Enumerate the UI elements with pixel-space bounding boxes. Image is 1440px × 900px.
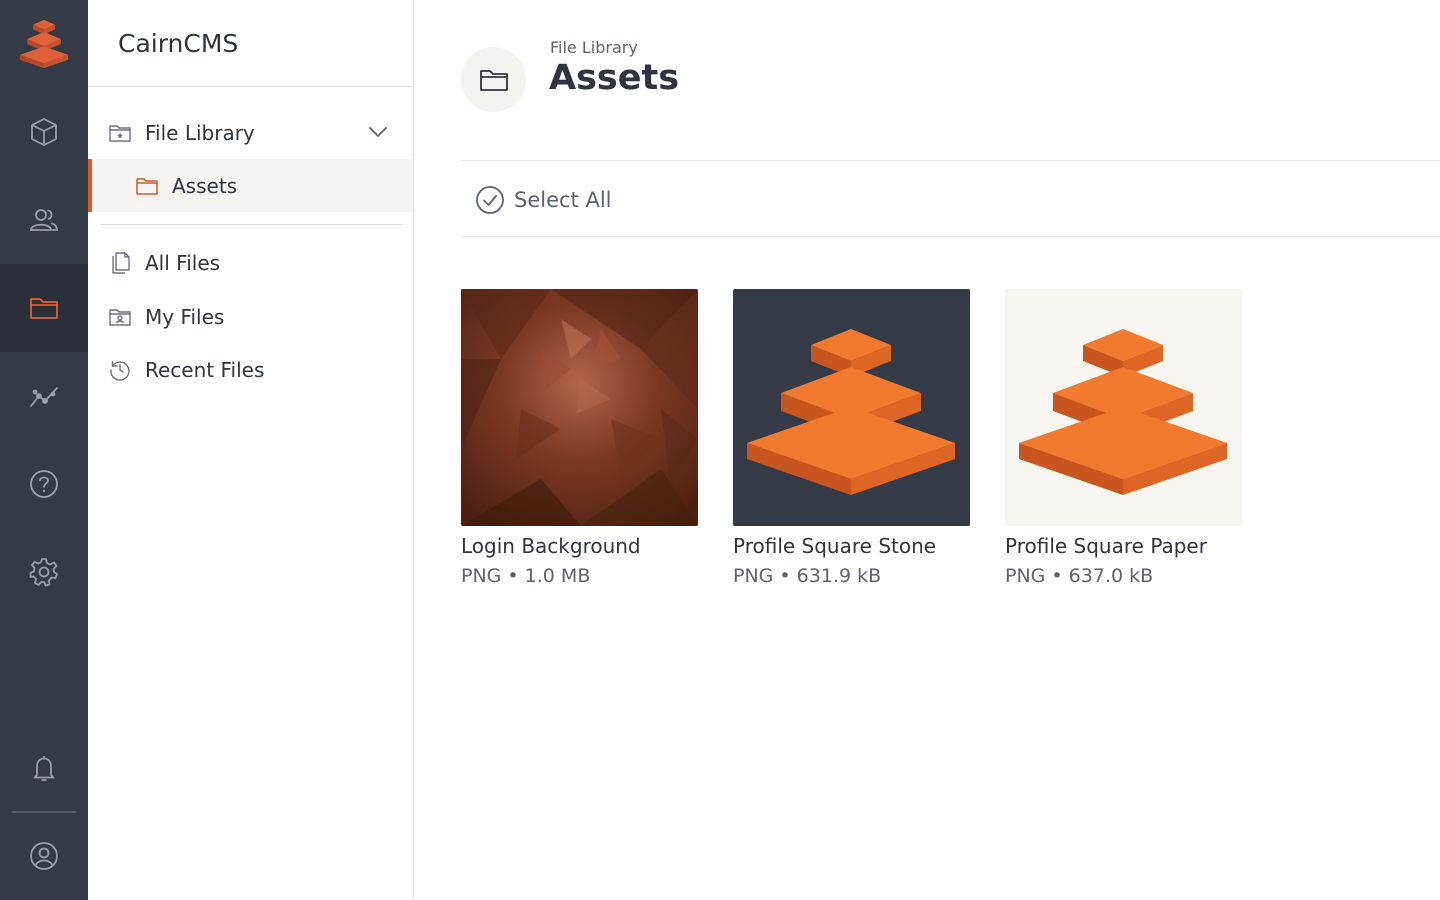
page-title: Assets <box>549 58 680 98</box>
file-library-sidebar: CairnCMS File Library Assets All Files M… <box>88 0 414 900</box>
users-module-button[interactable] <box>0 176 88 264</box>
content-module-button[interactable] <box>0 88 88 176</box>
users-icon <box>30 209 58 231</box>
file-thumbnail[interactable] <box>1005 289 1242 526</box>
sidebar-item-all-files[interactable]: All Files <box>88 236 413 289</box>
settings-button[interactable] <box>0 528 88 616</box>
file-card[interactable]: Login Background PNG • 1.0 MB <box>461 289 698 587</box>
module-rail <box>0 0 88 900</box>
file-thumbnail[interactable] <box>733 289 970 526</box>
logo-button[interactable] <box>0 0 88 88</box>
sidebar-item-my-files[interactable]: My Files <box>88 290 413 343</box>
files-icon <box>112 251 130 274</box>
app-name: CairnCMS <box>88 0 413 87</box>
sidebar-item-label: File Library <box>145 120 255 145</box>
file-name[interactable]: Profile Square Paper <box>1005 534 1242 558</box>
settings-gear-icon <box>29 558 58 587</box>
file-meta: PNG • 1.0 MB <box>461 565 591 587</box>
sidebar-divider <box>100 224 402 225</box>
insights-module-button[interactable] <box>0 352 88 440</box>
help-button[interactable] <box>0 440 88 528</box>
file-meta: PNG • 637.0 kB <box>1005 565 1154 587</box>
account-button[interactable] <box>0 812 88 900</box>
sidebar-item-label: All Files <box>145 250 221 275</box>
file-name[interactable]: Profile Square Stone <box>733 534 970 558</box>
sidebar-item-label: Assets <box>172 173 238 198</box>
folder-star-icon <box>109 124 131 142</box>
analytics-icon <box>30 387 58 407</box>
cairn-logo-paper-preview <box>1005 289 1242 526</box>
sidebar-item-assets[interactable]: Assets <box>88 159 413 212</box>
select-all-label: Select All <box>514 188 612 212</box>
cairn-logo-stone-preview <box>733 289 970 526</box>
bell-icon <box>33 756 55 781</box>
folder-icon <box>30 298 58 319</box>
sidebar-item-file-library[interactable]: File Library <box>88 106 413 159</box>
folder-icon <box>479 69 508 91</box>
file-card[interactable]: Profile Square Paper PNG • 637.0 kB <box>1005 289 1242 587</box>
sidebar-item-recent-files[interactable]: Recent Files <box>88 343 413 396</box>
cairn-logo-icon <box>19 19 69 69</box>
login-background-preview <box>461 289 698 526</box>
help-icon <box>30 470 58 498</box>
select-all-button[interactable]: Select All <box>475 185 612 215</box>
cube-icon <box>31 118 57 146</box>
check-circle-icon <box>476 186 504 214</box>
file-card[interactable]: Profile Square Stone PNG • 631.9 kB <box>733 289 970 587</box>
file-thumbnail[interactable] <box>461 289 698 526</box>
files-module-button[interactable] <box>0 264 88 352</box>
selection-toolbar: Select All <box>461 160 1440 237</box>
file-meta: PNG • 631.9 kB <box>733 565 882 587</box>
history-icon <box>110 360 130 381</box>
chevron-down-icon[interactable] <box>367 121 389 143</box>
folder-user-icon <box>109 308 131 326</box>
sidebar-item-label: My Files <box>145 304 225 329</box>
breadcrumb[interactable]: File Library <box>550 38 638 57</box>
file-name[interactable]: Login Background <box>461 534 698 558</box>
notifications-button[interactable] <box>0 724 88 812</box>
account-icon <box>30 842 58 870</box>
header-icon-badge <box>461 47 526 112</box>
folder-icon <box>136 177 158 195</box>
main-content: File Library Assets Select All Login Bac… <box>414 0 1440 900</box>
sidebar-item-label: Recent Files <box>145 357 265 382</box>
